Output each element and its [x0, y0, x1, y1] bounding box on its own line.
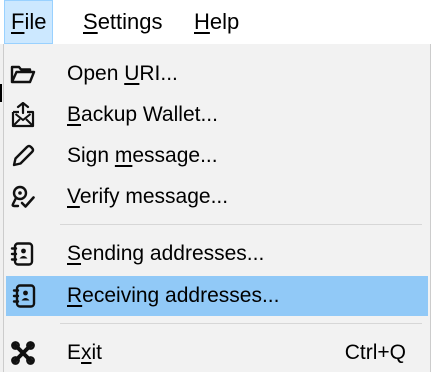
address-book-icon [10, 241, 36, 267]
label-mnemonic: V [67, 185, 80, 208]
label-mnemonic: U [124, 62, 140, 85]
label-post: ackup Wallet... [81, 103, 218, 126]
menu-item-label: Sending addresses... [67, 234, 264, 274]
pen-icon [10, 143, 36, 169]
menu-help[interactable]: Help [188, 0, 245, 44]
shortcut-label: Ctrl+Q [344, 341, 406, 364]
menu-item-sign-message[interactable]: Sign message... [4, 136, 428, 176]
label-mnemonic: B [67, 103, 82, 126]
menu-file-mnemonic: F [11, 9, 25, 34]
menu-help-mnemonic: H [194, 9, 210, 34]
file-menu-dropdown: Open URI... Backup Wallet... Sign messag… [3, 44, 431, 372]
label-mnemonic: S [67, 242, 82, 265]
label-mnemonic: x [81, 341, 92, 364]
label-post: erify message... [79, 185, 229, 208]
label-pre: Sign [67, 144, 115, 167]
label-post: RI... [139, 62, 178, 85]
backup-icon [10, 102, 36, 128]
menu-item-sending-addresses[interactable]: Sending addresses... [4, 234, 428, 274]
menu-item-exit[interactable]: Exit Ctrl+Q [4, 333, 428, 372]
menu-item-label: Verify message... [67, 177, 228, 217]
label-pre: Open [67, 62, 125, 85]
menu-item-label: Sign message... [67, 136, 218, 176]
label-pre: E [67, 341, 82, 364]
menu-help-post: elp [209, 9, 240, 34]
menu-item-label: Exit [67, 333, 102, 372]
label-post: essage... [132, 144, 218, 167]
address-book-icon [12, 283, 38, 309]
menu-item-receiving-addresses[interactable]: Receiving addresses... [6, 276, 428, 316]
menu-bar: File Settings Help [0, 0, 434, 44]
label-post: eceiving addresses... [82, 284, 280, 307]
menu-item-label: Backup Wallet... [67, 95, 218, 135]
label-mnemonic: m [114, 144, 133, 167]
app-window: File Settings Help Open URI... Backup Wa… [0, 0, 434, 372]
label-mnemonic: R [67, 284, 83, 307]
menu-settings-post: ettings [97, 9, 163, 34]
menu-item-verify-message[interactable]: Verify message... [4, 177, 428, 217]
folder-open-icon [10, 61, 36, 87]
menu-item-backup-wallet[interactable]: Backup Wallet... [4, 95, 428, 135]
quit-icon [10, 340, 36, 366]
verify-icon [10, 184, 36, 210]
menu-separator [60, 323, 422, 324]
label-post: ending addresses... [81, 242, 265, 265]
menu-separator [60, 224, 422, 225]
menu-settings[interactable]: Settings [77, 0, 169, 44]
menu-item-label: Open URI... [67, 54, 178, 94]
menu-item-open-uri[interactable]: Open URI... [4, 54, 428, 94]
label-post: it [91, 341, 103, 364]
menu-file-post: ile [24, 9, 47, 34]
menu-file[interactable]: File [4, 0, 54, 44]
menu-settings-mnemonic: S [83, 9, 98, 34]
menu-item-label: Receiving addresses... [67, 276, 279, 316]
